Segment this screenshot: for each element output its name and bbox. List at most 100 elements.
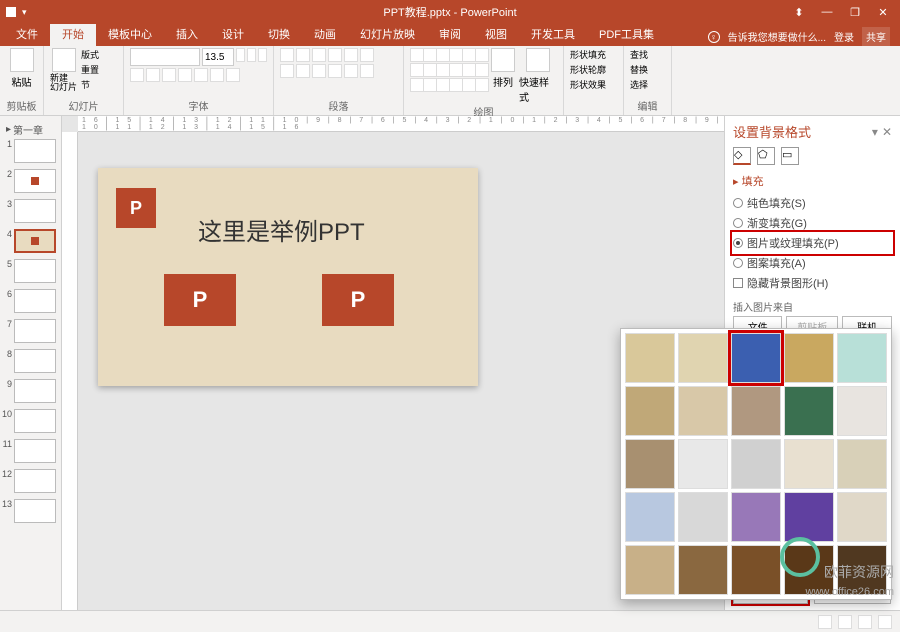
thumb-9[interactable] bbox=[14, 379, 56, 403]
tab-review[interactable]: 审阅 bbox=[427, 22, 473, 46]
find-button[interactable]: 查找 bbox=[630, 48, 665, 61]
replace-button[interactable]: 替换 bbox=[630, 63, 665, 76]
shape-fill-button[interactable]: 形状填充 bbox=[570, 48, 617, 61]
view-sorter-icon[interactable] bbox=[838, 615, 852, 629]
font-size-select[interactable] bbox=[202, 48, 234, 66]
ribbon-min-button[interactable]: ⬍ bbox=[786, 2, 812, 22]
texture-swatch-6[interactable] bbox=[678, 386, 728, 436]
increase-font-icon[interactable] bbox=[236, 48, 245, 62]
texture-swatch-4[interactable] bbox=[837, 333, 887, 383]
justify-icon[interactable] bbox=[328, 64, 342, 78]
thumb-3[interactable] bbox=[14, 199, 56, 223]
texture-swatch-8[interactable] bbox=[784, 386, 834, 436]
texture-swatch-1[interactable] bbox=[678, 333, 728, 383]
text-dir-icon[interactable] bbox=[360, 48, 374, 62]
slide-card-2[interactable]: P bbox=[322, 274, 394, 326]
texture-swatch-5[interactable] bbox=[625, 386, 675, 436]
fill-section[interactable]: ▸ 填充 bbox=[733, 173, 892, 189]
effects-tab-icon[interactable]: ⬠ bbox=[757, 147, 775, 165]
texture-swatch-11[interactable] bbox=[678, 439, 728, 489]
texture-swatch-19[interactable] bbox=[837, 492, 887, 542]
hide-bg-checkbox[interactable]: 隐藏背景图形(H) bbox=[733, 273, 892, 293]
tab-transitions[interactable]: 切换 bbox=[256, 22, 302, 46]
tab-home[interactable]: 开始 bbox=[50, 22, 96, 46]
smartart-icon[interactable] bbox=[360, 64, 374, 78]
underline-icon[interactable] bbox=[162, 68, 176, 82]
texture-swatch-10[interactable] bbox=[625, 439, 675, 489]
texture-swatch-7[interactable] bbox=[731, 386, 781, 436]
strike-icon[interactable] bbox=[178, 68, 192, 82]
share-link[interactable]: 共享 bbox=[862, 27, 890, 46]
tab-pdf[interactable]: PDF工具集 bbox=[587, 22, 666, 46]
italic-icon[interactable] bbox=[146, 68, 160, 82]
reset-button[interactable]: 重置 bbox=[81, 63, 99, 76]
decrease-font-icon[interactable] bbox=[247, 48, 256, 62]
thumb-7[interactable] bbox=[14, 319, 56, 343]
texture-swatch-17[interactable] bbox=[731, 492, 781, 542]
tab-design[interactable]: 设计 bbox=[210, 22, 256, 46]
new-slide-button[interactable]: 新建 幻灯片 bbox=[50, 48, 77, 92]
tab-developer[interactable]: 开发工具 bbox=[519, 22, 587, 46]
texture-swatch-20[interactable] bbox=[625, 545, 675, 595]
thumb-5[interactable] bbox=[14, 259, 56, 283]
thumbnail-panel[interactable]: ▸ 第一章 1 2 3 4 5 6 7 8 9 10 11 12 13 bbox=[0, 116, 62, 610]
texture-swatch-14[interactable] bbox=[837, 439, 887, 489]
texture-swatch-12[interactable] bbox=[731, 439, 781, 489]
section-button[interactable]: 节 bbox=[81, 78, 99, 91]
layout-button[interactable]: 版式 bbox=[81, 48, 99, 61]
line-spacing-icon[interactable] bbox=[344, 48, 358, 62]
slide[interactable]: P 这里是举例PPT P P bbox=[98, 168, 478, 386]
font-color-icon[interactable] bbox=[226, 68, 240, 82]
picture-fill-radio[interactable]: 图片或纹理填充(P) bbox=[733, 233, 892, 253]
gradient-fill-radio[interactable]: 渐变填充(G) bbox=[733, 213, 892, 233]
slide-card-1[interactable]: P bbox=[164, 274, 236, 326]
bold-icon[interactable] bbox=[130, 68, 144, 82]
picture-tab-icon[interactable]: ▭ bbox=[781, 147, 799, 165]
indent-inc-icon[interactable] bbox=[328, 48, 342, 62]
texture-swatch-22[interactable] bbox=[731, 545, 781, 595]
texture-swatch-13[interactable] bbox=[784, 439, 834, 489]
tab-file[interactable]: 文件 bbox=[4, 22, 50, 46]
tab-insert[interactable]: 插入 bbox=[164, 22, 210, 46]
thumb-4[interactable] bbox=[14, 229, 56, 253]
texture-swatch-16[interactable] bbox=[678, 492, 728, 542]
tell-me[interactable]: 告诉我您想要做什么... bbox=[728, 29, 826, 44]
thumb-12[interactable] bbox=[14, 469, 56, 493]
arrange-button[interactable]: 排列 bbox=[491, 48, 515, 89]
spacing-icon[interactable] bbox=[210, 68, 224, 82]
tab-view[interactable]: 视图 bbox=[473, 22, 519, 46]
thumb-8[interactable] bbox=[14, 349, 56, 373]
align-right-icon[interactable] bbox=[312, 64, 326, 78]
texture-swatch-3[interactable] bbox=[784, 333, 834, 383]
pattern-fill-radio[interactable]: 图案填充(A) bbox=[733, 253, 892, 273]
shape-icon[interactable] bbox=[410, 48, 424, 62]
pane-dropdown-icon[interactable]: ▾ bbox=[872, 125, 878, 139]
slide-title[interactable]: 这里是举例PPT bbox=[198, 212, 365, 247]
texture-swatch-0[interactable] bbox=[625, 333, 675, 383]
view-reading-icon[interactable] bbox=[858, 615, 872, 629]
restore-button[interactable]: ❐ bbox=[842, 2, 868, 22]
numbering-icon[interactable] bbox=[296, 48, 310, 62]
thumb-1[interactable] bbox=[14, 139, 56, 163]
solid-fill-radio[interactable]: 纯色填充(S) bbox=[733, 193, 892, 213]
tab-slideshow[interactable]: 幻灯片放映 bbox=[348, 22, 427, 46]
font-select[interactable] bbox=[130, 48, 200, 66]
shadow-icon[interactable] bbox=[194, 68, 208, 82]
texture-swatch-21[interactable] bbox=[678, 545, 728, 595]
texture-swatch-15[interactable] bbox=[625, 492, 675, 542]
thumb-13[interactable] bbox=[14, 499, 56, 523]
pane-close-icon[interactable]: ✕ bbox=[882, 125, 892, 139]
fill-tab-icon[interactable]: ◇ bbox=[733, 147, 751, 165]
align-center-icon[interactable] bbox=[296, 64, 310, 78]
bullets-icon[interactable] bbox=[280, 48, 294, 62]
indent-dec-icon[interactable] bbox=[312, 48, 326, 62]
view-slideshow-icon[interactable] bbox=[878, 615, 892, 629]
thumb-11[interactable] bbox=[14, 439, 56, 463]
texture-swatch-18[interactable] bbox=[784, 492, 834, 542]
close-button[interactable]: ✕ bbox=[870, 2, 896, 22]
section-header[interactable]: ▸ 第一章 bbox=[2, 120, 59, 139]
tab-template[interactable]: 模板中心 bbox=[96, 22, 164, 46]
shape-effects-button[interactable]: 形状效果 bbox=[570, 78, 617, 91]
shape-outline-button[interactable]: 形状轮廓 bbox=[570, 63, 617, 76]
minimize-button[interactable]: — bbox=[814, 2, 840, 22]
